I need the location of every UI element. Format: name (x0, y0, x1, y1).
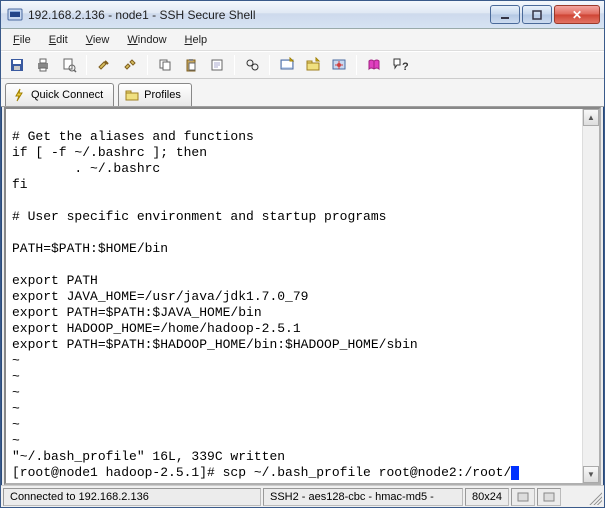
new-terminal-icon[interactable] (275, 54, 299, 76)
toolbar-separator (356, 55, 357, 75)
clear-icon[interactable] (205, 54, 229, 76)
app-window: 192.168.2.136 - node1 - SSH Secure Shell… (0, 0, 605, 508)
status-size: 80x24 (465, 488, 509, 506)
toolbar-separator (269, 55, 270, 75)
app-icon (7, 7, 23, 23)
connection-bar: Quick Connect Profiles (1, 79, 604, 107)
help-book-icon[interactable] (362, 54, 386, 76)
menu-window[interactable]: Window (119, 32, 174, 48)
scrollbar[interactable]: ▲ ▼ (582, 109, 599, 483)
titlebar[interactable]: 192.168.2.136 - node1 - SSH Secure Shell… (1, 1, 604, 29)
maximize-button[interactable] (522, 5, 552, 24)
menu-help[interactable]: Help (177, 32, 216, 48)
status-cipher: SSH2 - aes128-cbc - hmac-md5 - (263, 488, 463, 506)
context-help-icon[interactable]: ? (388, 54, 412, 76)
status-connection: Connected to 192.168.2.136 (3, 488, 261, 506)
connect-icon[interactable] (92, 54, 116, 76)
toolbar-separator (234, 55, 235, 75)
scroll-track[interactable] (583, 126, 599, 466)
scroll-down-button[interactable]: ▼ (583, 466, 599, 483)
menu-file[interactable]: File (5, 32, 39, 48)
minimize-button[interactable] (490, 5, 520, 24)
quick-connect-button[interactable]: Quick Connect (5, 83, 114, 106)
new-file-transfer-icon[interactable] (301, 54, 325, 76)
disconnect-icon[interactable] (118, 54, 142, 76)
quick-connect-label: Quick Connect (31, 89, 103, 101)
paste-icon[interactable] (179, 54, 203, 76)
folder-icon (125, 88, 139, 102)
menu-view[interactable]: View (78, 32, 118, 48)
window-buttons: ✕ (488, 5, 600, 24)
print-preview-icon[interactable] (57, 54, 81, 76)
toolbar: ? (1, 51, 604, 79)
print-icon[interactable] (31, 54, 55, 76)
find-icon[interactable] (240, 54, 264, 76)
status-icon-1 (511, 488, 535, 506)
scroll-up-button[interactable]: ▲ (583, 109, 599, 126)
status-icon-2 (537, 488, 561, 506)
terminal-container: # Get the aliases and functions if [ -f … (4, 107, 601, 485)
terminal[interactable]: # Get the aliases and functions if [ -f … (6, 109, 582, 483)
toolbar-separator (86, 55, 87, 75)
close-button[interactable]: ✕ (554, 5, 600, 24)
toolbar-separator (147, 55, 148, 75)
menubar: File Edit View Window Help (1, 29, 604, 51)
profiles-button[interactable]: Profiles (118, 83, 192, 106)
window-title: 192.168.2.136 - node1 - SSH Secure Shell (28, 8, 488, 22)
statusbar: Connected to 192.168.2.136 SSH2 - aes128… (1, 485, 604, 507)
copy-icon[interactable] (153, 54, 177, 76)
save-icon[interactable] (5, 54, 29, 76)
svg-text:?: ? (402, 61, 408, 73)
lightning-icon (12, 88, 26, 102)
profiles-label: Profiles (144, 89, 181, 101)
cursor (511, 466, 519, 480)
settings-icon[interactable] (327, 54, 351, 76)
resize-grip[interactable] (586, 489, 602, 505)
menu-edit[interactable]: Edit (41, 32, 76, 48)
